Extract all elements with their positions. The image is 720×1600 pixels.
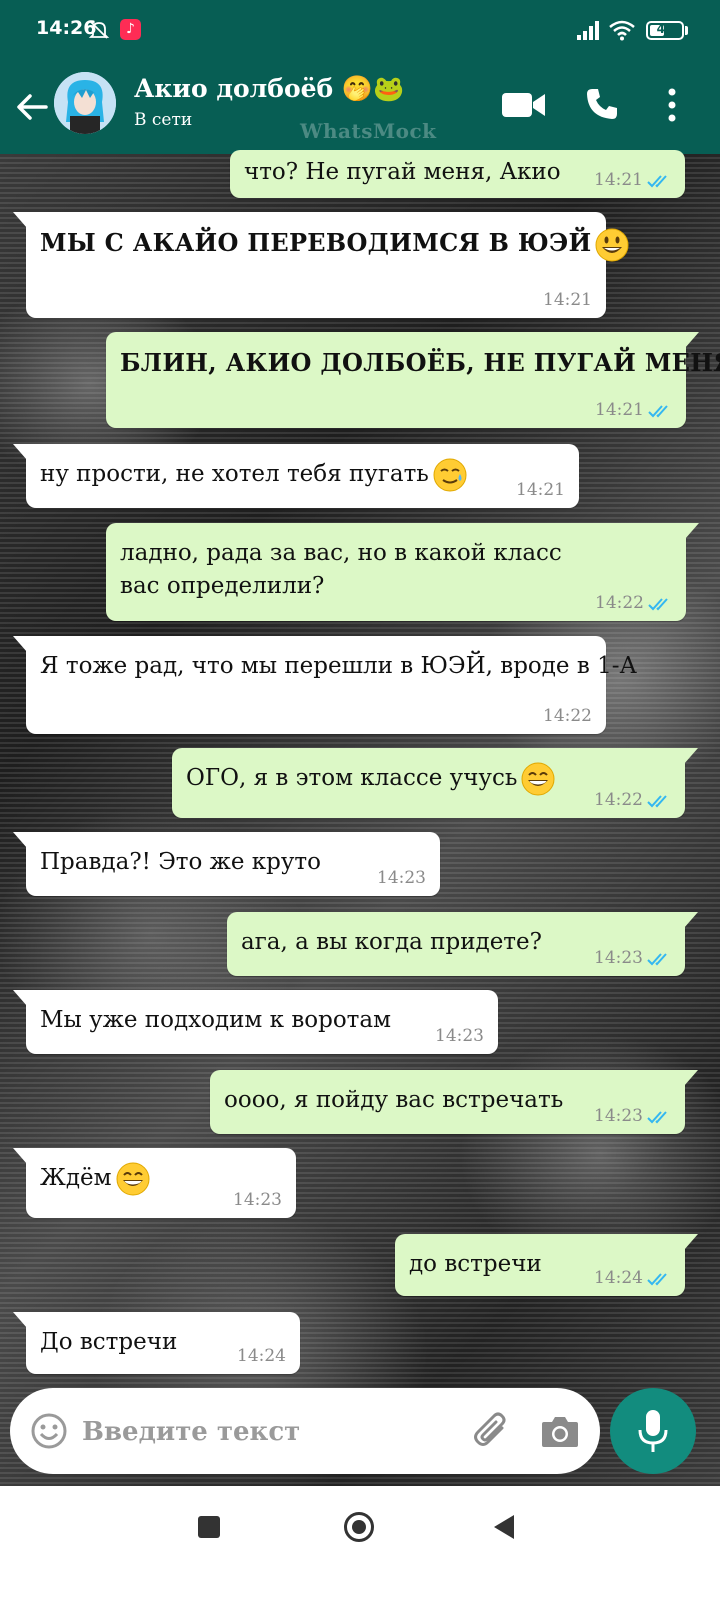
message-text: ладно, рада за вас, но в какой класс вас… (120, 537, 606, 603)
tiktok-icon: ♪ (120, 19, 141, 40)
message-time: 14:22 (595, 593, 644, 613)
incoming-message[interactable]: Мы уже подходим к воротам 14:23 (13, 990, 498, 1054)
incoming-message[interactable]: Ждём 14:23 (13, 1148, 296, 1218)
message-text-content: МЫ С АКАЙО ПЕРЕВОДИМСЯ В ЮЭЙ (40, 228, 592, 257)
message-text-content: Правда?! Это же круто (40, 849, 321, 875)
message-time: 14:23 (594, 1106, 643, 1126)
incoming-message[interactable]: МЫ С АКАЙО ПЕРЕВОДИМСЯ В ЮЭЙ 14:21 (13, 212, 606, 318)
contact-name[interactable]: Акио долбоёб 🤭🐸 (134, 74, 404, 104)
message-text-content: Ждём (40, 1165, 112, 1191)
read-ticks-icon (648, 596, 674, 612)
message-time: 14:23 (233, 1190, 282, 1210)
message-time: 14:24 (237, 1346, 286, 1366)
avatar[interactable] (54, 72, 116, 134)
video-call-icon[interactable] (502, 90, 546, 120)
message-text: Мы уже подходим к воротам (40, 1004, 484, 1037)
outgoing-message[interactable]: ОГО, я в этом классе учусь 14:22 (172, 748, 698, 818)
message-text: МЫ С АКАЙО ПЕРЕВОДИМСЯ В ЮЭЙ (40, 226, 592, 262)
status-bar: 14:26 ♪ 48 (0, 0, 720, 62)
message-time: 14:22 (594, 790, 643, 810)
message-text: Я тоже рад, что мы перешли в ЮЭЙ, вроде … (40, 650, 637, 683)
incoming-message[interactable]: Правда?! Это же круто 14:23 (13, 832, 440, 896)
message-text-content: оооо, я пойду вас встречать (224, 1087, 564, 1113)
message-text: БЛИН, АКИО ДОЛБОЁБ, НЕ ПУГАЙ МЕНЯ! (120, 346, 720, 379)
chat-header: Акио долбоёб 🤭🐸 В сети WhatsMock (0, 62, 720, 154)
camera-icon[interactable] (540, 1413, 580, 1449)
home-button[interactable] (344, 1512, 374, 1542)
outgoing-message[interactable]: до встречи 14:24 (395, 1234, 698, 1296)
phone-icon[interactable] (584, 86, 620, 122)
message-text-content: БЛИН, АКИО ДОЛБОЁБ, НЕ ПУГАЙ МЕНЯ! (120, 348, 720, 377)
outgoing-message[interactable]: что? Не пугай меня, Акио 14:21 (230, 150, 685, 198)
message-text: ну прости, не хотел тебя пугать (40, 458, 565, 492)
incoming-message[interactable]: Я тоже рад, что мы перешли в ЮЭЙ, вроде … (13, 636, 637, 734)
microphone-icon (638, 1410, 668, 1452)
message-input[interactable] (80, 1408, 464, 1456)
message-time: 14:23 (377, 868, 426, 888)
message-text-content: до встречи (409, 1251, 542, 1277)
contact-status: В сети (134, 110, 193, 130)
message-time: 14:21 (516, 480, 565, 500)
battery-percent: 48 (656, 22, 674, 36)
read-ticks-icon (647, 1271, 673, 1287)
avatar-picture (54, 72, 116, 134)
message-text: Правда?! Это же круто (40, 846, 426, 879)
message-text-content: Мы уже подходим к воротам (40, 1007, 392, 1033)
message-time: 14:21 (543, 290, 592, 310)
incoming-message[interactable]: До встречи 14:24 (13, 1312, 300, 1374)
more-vert-icon[interactable] (666, 86, 678, 124)
read-ticks-icon (647, 793, 673, 809)
read-ticks-icon (647, 1109, 673, 1125)
mic-button[interactable] (610, 1388, 696, 1474)
incoming-message[interactable]: ну прости, не хотел тебя пугать 14:21 (13, 444, 579, 508)
back-arrow-icon[interactable] (14, 89, 50, 125)
bell-off-icon (88, 21, 110, 39)
message-time: 14:24 (594, 1268, 643, 1288)
read-ticks-icon (647, 951, 673, 967)
message-text-content: Я тоже рад, что мы перешли в ЮЭЙ, вроде … (40, 653, 637, 679)
message-composer (10, 1388, 600, 1474)
outgoing-message[interactable]: БЛИН, АКИО ДОЛБОЁБ, НЕ ПУГАЙ МЕНЯ! 14:21 (106, 332, 720, 428)
outgoing-message[interactable]: ладно, рада за вас, но в какой класс вас… (106, 523, 699, 621)
attach-icon[interactable] (472, 1410, 512, 1452)
message-time: 14:23 (594, 948, 643, 968)
watermark: WhatsMock (300, 119, 437, 143)
message-text-content: ладно, рада за вас, но в какой класс вас… (120, 540, 562, 599)
message-time: 14:22 (543, 706, 592, 726)
beam-emoji-icon (116, 1162, 150, 1196)
recents-button[interactable] (198, 1516, 220, 1538)
message-time: 14:21 (594, 170, 643, 190)
message-text-content: что? Не пугай меня, Акио (244, 159, 561, 185)
outgoing-message[interactable]: ага, а вы когда придете? 14:23 (227, 912, 698, 976)
outgoing-message[interactable]: оооо, я пойду вас встречать 14:23 (210, 1070, 698, 1134)
wifi-icon (609, 20, 635, 41)
grin-emoji-icon (595, 228, 629, 262)
system-nav-bar (0, 1486, 720, 1600)
message-text-content: ну прости, не хотел тебя пугать (40, 461, 429, 487)
read-ticks-icon (648, 403, 674, 419)
message-time: 14:21 (595, 400, 644, 420)
message-text-content: ага, а вы когда придете? (241, 929, 542, 955)
signal-icon (577, 21, 599, 40)
battery-cap (685, 26, 688, 35)
emoji-icon[interactable] (30, 1412, 68, 1450)
battery-icon: 48 (646, 21, 684, 40)
message-time: 14:23 (435, 1026, 484, 1046)
tear-smile-emoji-icon (433, 458, 467, 492)
beam-emoji-icon (521, 762, 555, 796)
read-ticks-icon (647, 173, 673, 189)
message-text-content: До встречи (40, 1329, 178, 1355)
message-text-content: ОГО, я в этом классе учусь (186, 765, 518, 791)
nav-back-button[interactable] (494, 1515, 514, 1539)
